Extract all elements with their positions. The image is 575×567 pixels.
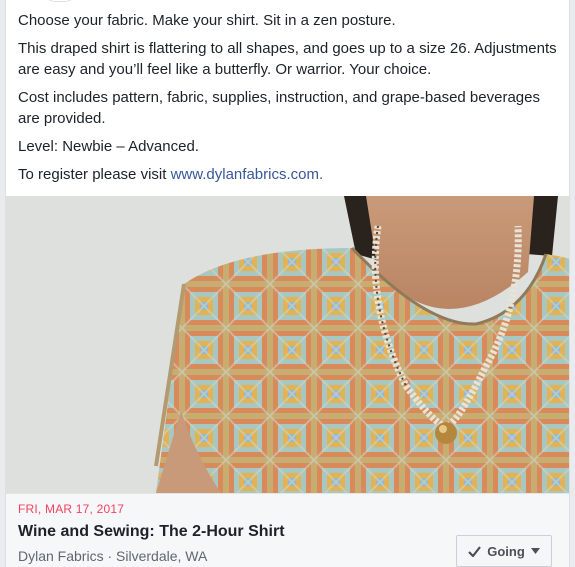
event-footer: FRI, MAR 17, 2017 Wine and Sewing: The 2… [6,493,569,567]
post-paragraph: Cost includes pattern, fabric, supplies,… [18,89,540,127]
post-paragraph: Level: Newbie – Advanced. [18,138,199,155]
going-button[interactable]: Going [456,535,552,567]
event-meta: Dylan Fabrics · Silverdale, WA [18,548,208,564]
check-icon [468,545,482,557]
post-body: Choose your fabric. Make your shirt. Sit… [18,10,558,192]
register-line: To register please visit www.dylanfabric… [18,164,558,185]
register-prefix: To register please visit [18,166,171,183]
register-link[interactable]: www.dylanfabrics.com. [171,166,324,183]
event-date: FRI, MAR 17, 2017 [18,502,125,516]
event-title[interactable]: Wine and Sewing: The 2-Hour Shirt [18,523,285,541]
event-photo[interactable] [6,196,569,493]
going-label: Going [487,543,525,559]
post-paragraph: Choose your fabric. Make your shirt. Sit… [18,12,396,29]
post-paragraph: This draped shirt is flattering to all s… [18,40,557,78]
avatar [40,0,80,2]
caret-down-icon [530,548,540,554]
event-post-card: Choose your fabric. Make your shirt. Sit… [5,0,570,567]
event-photo-image [6,196,569,493]
